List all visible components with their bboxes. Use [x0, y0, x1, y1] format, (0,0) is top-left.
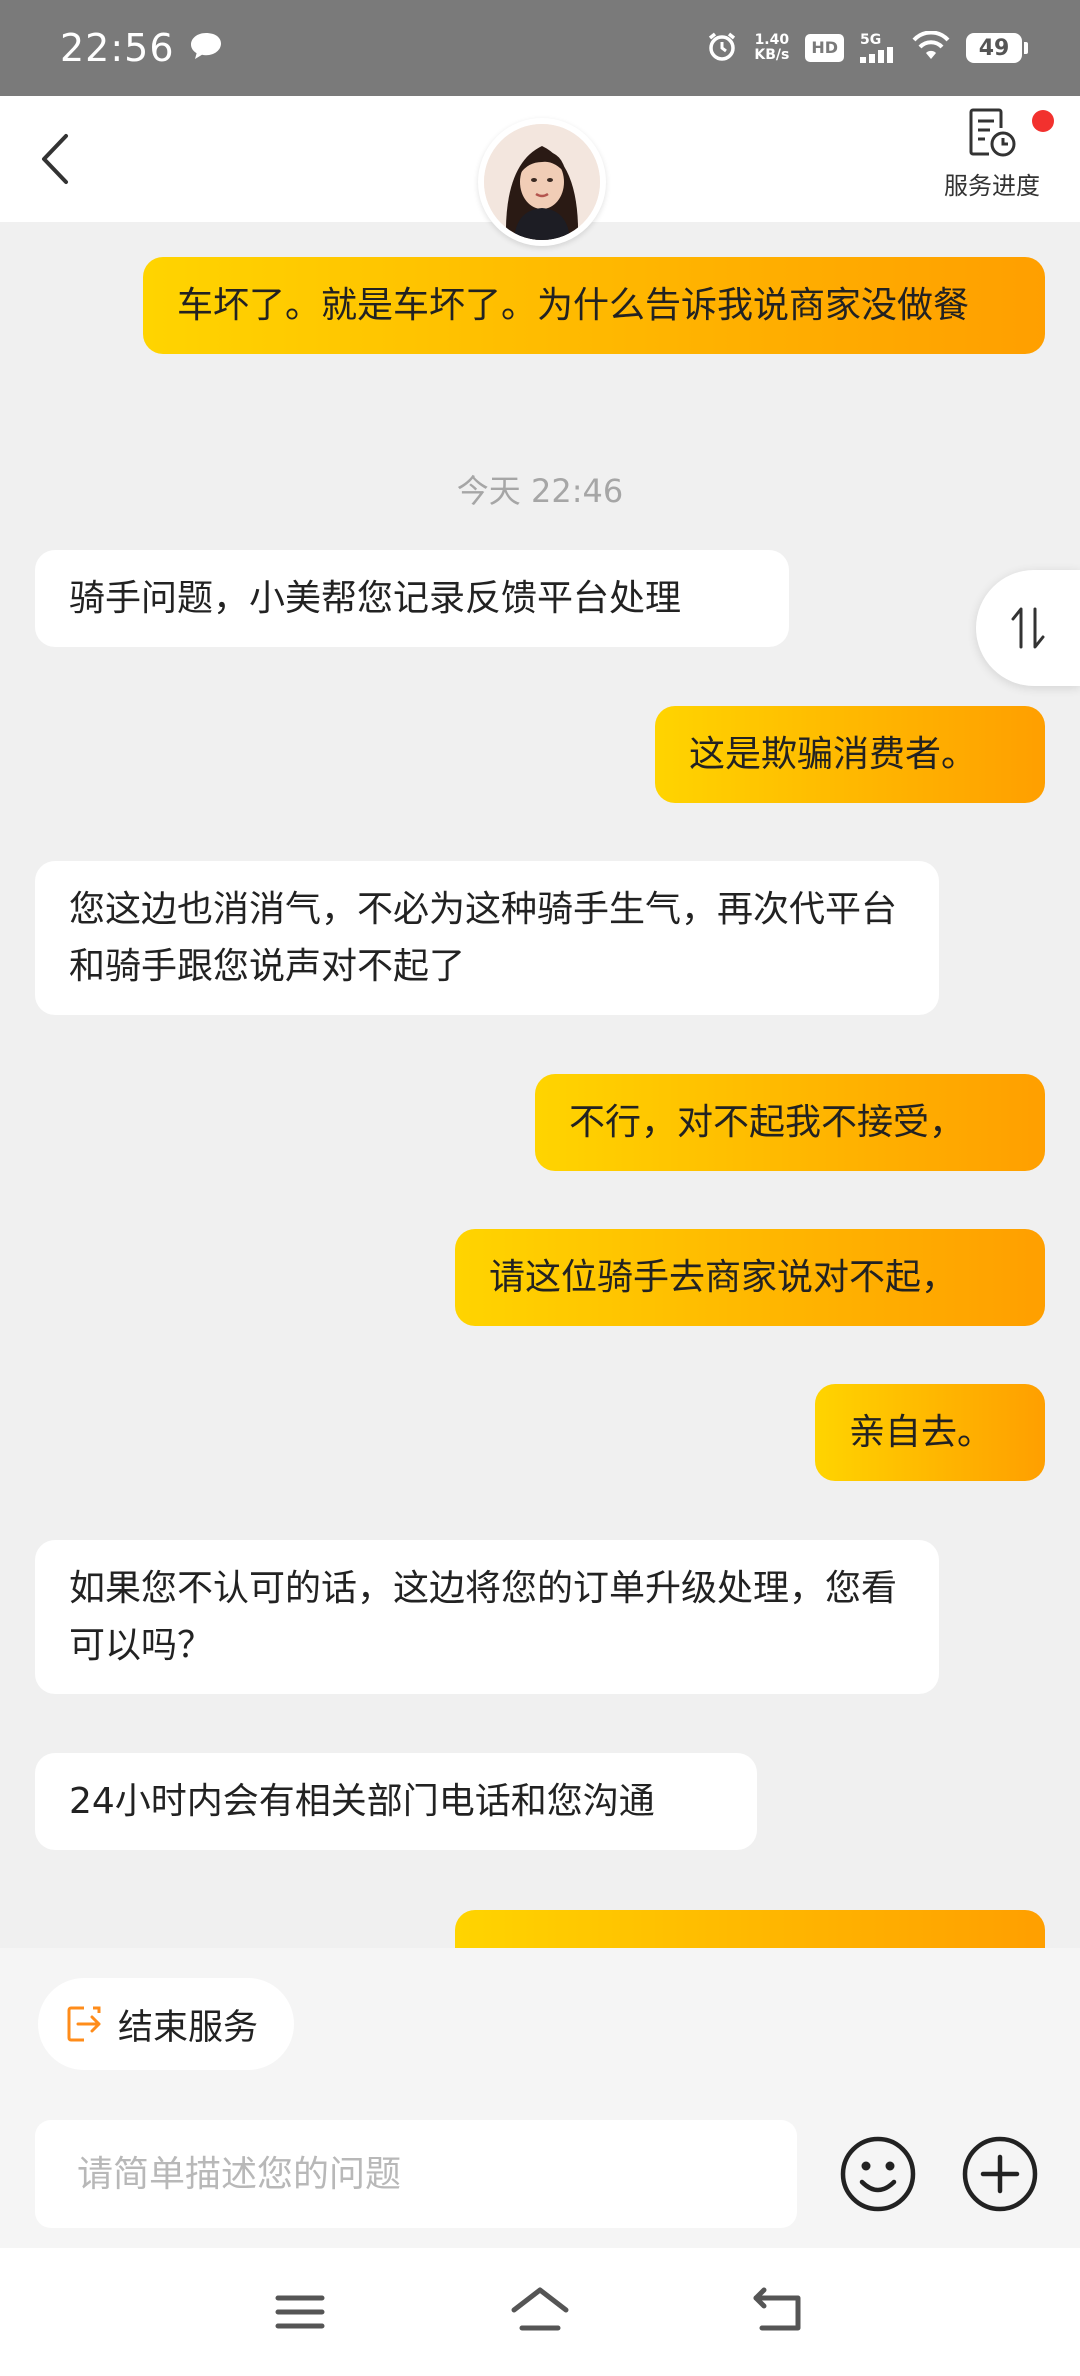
net-speed: 1.40 KB/s	[754, 33, 789, 63]
signal-indicator: 5G	[860, 33, 896, 63]
message-notification-icon	[189, 31, 223, 65]
bottom-panel: 结束服务	[0, 1948, 1080, 2248]
agent-message: 24小时内会有相关部门电话和您沟通	[35, 1753, 757, 1850]
agent-message: 骑手问题，小美帮您记录反馈平台处理	[35, 550, 789, 647]
battery-indicator: 49	[966, 33, 1028, 63]
wifi-icon	[912, 30, 950, 65]
user-message: 不行，对不起我不接受，	[535, 1074, 1045, 1171]
chat-messages[interactable]: 车坏了。就是车坏了。为什么告诉我说商家没做餐 今天 22:46 骑手问题，小美帮…	[0, 222, 1080, 1948]
end-service-label: 结束服务	[118, 2007, 259, 2048]
status-time: 22:56	[60, 26, 175, 70]
back-icon	[753, 2287, 801, 2331]
exit-icon	[67, 2006, 101, 2042]
system-navigation-bar	[0, 2248, 1080, 2376]
emoji-icon	[840, 2136, 916, 2212]
service-progress-button[interactable]: 服务进度	[922, 106, 1062, 216]
service-progress-icon	[969, 108, 1016, 157]
home-icon	[511, 2287, 569, 2331]
chat-header: 服务进度	[0, 96, 1080, 246]
end-service-button[interactable]: 结束服务	[38, 1978, 294, 2070]
home-nav-button[interactable]	[508, 2284, 572, 2340]
hd-badge: HD	[805, 34, 844, 62]
message-timestamp: 今天 22:46	[456, 472, 624, 510]
user-message: 亲自去。	[815, 1384, 1045, 1481]
back-arrow-icon	[42, 134, 68, 184]
alarm-icon	[706, 30, 738, 66]
user-message: 这是欺骗消费者。	[655, 706, 1045, 803]
status-bar: 22:56 1.40 KB/s HD 5G 49	[0, 0, 1080, 96]
back-button[interactable]	[30, 126, 90, 192]
agent-message: 您这边也消消气，不必为这种骑手生气，再次代平台和骑手跟您说声对不起了	[35, 861, 939, 1015]
user-message: 车坏了。就是车坏了。为什么告诉我说商家没做餐	[143, 257, 1045, 354]
user-message-partial	[455, 1910, 1045, 1948]
network-type: 5G	[860, 32, 882, 48]
sort-toggle-button[interactable]	[976, 570, 1080, 686]
more-button[interactable]	[960, 2134, 1040, 2214]
service-progress-label: 服务进度	[944, 172, 1040, 200]
menu-nav-button[interactable]	[268, 2284, 332, 2340]
net-speed-unit: KB/s	[754, 47, 790, 63]
user-message: 请这位骑手去商家说对不起，	[455, 1229, 1045, 1326]
signal-bars-icon	[860, 47, 893, 63]
message-input[interactable]	[35, 2120, 797, 2228]
back-nav-button[interactable]	[748, 2284, 812, 2340]
sort-swap-icon	[1011, 607, 1045, 649]
emoji-button[interactable]	[838, 2134, 918, 2214]
notification-dot	[1032, 110, 1054, 132]
net-speed-value: 1.40	[754, 32, 790, 48]
plus-icon	[962, 2136, 1038, 2212]
agent-message: 如果您不认可的话，这边将您的订单升级处理，您看可以吗？	[35, 1540, 939, 1694]
menu-icon	[275, 2295, 325, 2329]
